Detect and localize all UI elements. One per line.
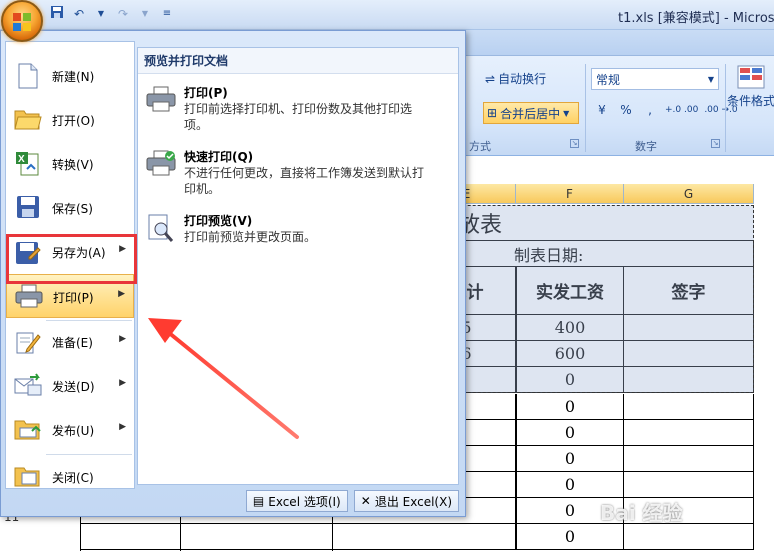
wrap-text-icon: ⇌	[485, 71, 496, 86]
cell-f[interactable]: 0	[516, 394, 624, 420]
customize-qat-icon[interactable]: ≡	[158, 5, 176, 23]
open-folder-icon	[14, 107, 42, 133]
redo-icon[interactable]: ↷	[114, 5, 132, 23]
number-buttons: ¥ % , +.0 .00 .00 →.0	[593, 103, 737, 117]
cell-f[interactable]: 600	[516, 341, 624, 367]
currency-icon[interactable]: ¥	[593, 103, 611, 117]
quick-access-toolbar: ↶ ▼ ↷ ▼ ≡	[48, 5, 176, 23]
menu-item-send[interactable]: 发送(D) ▶	[6, 364, 134, 408]
chevron-right-icon: ▶	[118, 289, 125, 299]
chevron-down-icon[interactable]: ▼	[92, 5, 110, 23]
cell-g[interactable]	[624, 446, 754, 472]
cell-f[interactable]: 400	[516, 315, 624, 341]
menu-bottom-bar: ▤ Excel 选项(I) ✕ 退出 Excel(X)	[245, 490, 459, 512]
cell-g[interactable]	[624, 524, 754, 550]
print-preview-icon	[146, 214, 176, 244]
group-separator	[585, 64, 586, 152]
alignment-group-label: 方式	[469, 140, 491, 153]
close-folder-icon	[14, 464, 42, 490]
save-icon[interactable]	[48, 5, 66, 23]
submenu-title: 预览并打印文档	[138, 48, 458, 74]
watermark: Bai 经验	[600, 501, 683, 525]
cell-g[interactable]	[624, 394, 754, 420]
ribbon-tab-strip	[465, 30, 774, 56]
cell-f[interactable]: 0	[516, 524, 624, 550]
menu-item-new[interactable]: 新建(N)	[6, 54, 134, 98]
submenu-item-print-preview[interactable]: 打印预览(V) 打印前预览并更改页面。	[146, 212, 456, 252]
sheet-title-cell[interactable]: 放表	[418, 205, 754, 241]
quick-print-icon	[146, 150, 176, 180]
chevron-down-icon: ▼	[563, 108, 570, 118]
cell-g[interactable]	[624, 367, 754, 393]
cell-g[interactable]	[624, 420, 754, 446]
header-cell-sign[interactable]: 签字	[624, 267, 754, 315]
send-icon	[14, 373, 42, 399]
header-cell-pay[interactable]: 实发工资	[516, 267, 624, 315]
date-label-cell[interactable]: 制表日期:	[418, 241, 754, 267]
column-header-g[interactable]: G	[624, 184, 754, 204]
cell-f[interactable]: 0	[516, 367, 624, 393]
prepare-icon	[14, 329, 42, 355]
exit-excel-button[interactable]: ✕ 退出 Excel(X)	[353, 490, 459, 512]
window-title: t1.xls [兼容模式] - Microso	[618, 11, 774, 26]
svg-text:X: X	[18, 154, 25, 165]
cell-e[interactable]	[418, 524, 516, 550]
chevron-down-icon[interactable]: ▼	[136, 5, 154, 23]
office-logo-icon	[13, 13, 31, 31]
conditional-format-button[interactable]: 条件格式	[727, 64, 774, 109]
close-icon: ✕	[360, 494, 371, 508]
printer-icon	[146, 86, 176, 116]
menu-item-close[interactable]: 关闭(C)	[6, 455, 134, 499]
office-button[interactable]	[1, 0, 43, 42]
print-submenu: 预览并打印文档 打印(P) 打印前选择打印机、打印份数及其他打印选项。 快速打印…	[137, 47, 459, 485]
printer-icon	[15, 284, 43, 310]
submenu-item-print[interactable]: 打印(P) 打印前选择打印机、打印份数及其他打印选项。	[146, 84, 456, 136]
publish-icon	[14, 417, 42, 443]
new-document-icon	[14, 63, 42, 89]
merge-cells-icon: ⊞	[487, 106, 498, 120]
cell-g[interactable]	[624, 315, 754, 341]
chevron-right-icon: ▶	[119, 378, 126, 388]
cell-f[interactable]: 0	[516, 420, 624, 446]
highlight-box	[6, 234, 137, 284]
title-bar: ↶ ▼ ↷ ▼ ≡ t1.xls [兼容模式] - Microso	[0, 0, 774, 42]
menu-item-convert[interactable]: X 转换(V)	[6, 142, 134, 186]
convert-icon: X	[14, 151, 42, 177]
menu-item-prepare[interactable]: 准备(E) ▶	[6, 320, 134, 364]
menu-item-publish[interactable]: 发布(U) ▶	[6, 408, 134, 452]
options-icon: ▤	[252, 494, 265, 508]
submenu-item-quick-print[interactable]: 快速打印(Q) 不进行任何更改，直接将工作簿发送到默认打印机。	[146, 148, 456, 200]
wrap-text-button[interactable]: ⇌ 自动换行	[485, 70, 546, 87]
group-separator	[725, 64, 726, 152]
number-group-label: 数字	[635, 140, 657, 153]
conditional-format-icon	[737, 65, 765, 89]
number-format-select[interactable]: 常规 ▼	[591, 68, 719, 90]
cell-f[interactable]: 0	[516, 446, 624, 472]
excel-options-button[interactable]: ▤ Excel 选项(I)	[245, 490, 348, 512]
dialog-launcher-icon[interactable]: ↘	[570, 139, 579, 148]
cell-g[interactable]	[624, 341, 754, 367]
increase-decimal-button[interactable]: +.0 .00	[665, 105, 698, 115]
percent-button[interactable]: %	[617, 103, 635, 117]
menu-item-save[interactable]: 保存(S)	[6, 186, 134, 230]
column-header-f[interactable]: F	[516, 184, 624, 204]
menu-item-open[interactable]: 打开(O)	[6, 98, 134, 142]
ribbon: ⇌ 自动换行 ⊞ 合并后居中 ▼ 方式 ↘ 常规 ▼ ¥ % , +.0 .00…	[465, 56, 774, 156]
cell-g[interactable]	[624, 472, 754, 498]
save-icon	[14, 195, 42, 221]
merge-center-button[interactable]: ⊞ 合并后居中 ▼	[483, 102, 579, 124]
comma-button[interactable]: ,	[641, 103, 659, 117]
cell-f[interactable]: 0	[516, 472, 624, 498]
dialog-launcher-icon[interactable]: ↘	[711, 139, 720, 148]
chevron-down-icon: ▼	[707, 74, 714, 84]
undo-icon[interactable]: ↶	[70, 5, 88, 23]
chevron-right-icon: ▶	[119, 334, 126, 344]
chevron-right-icon: ▶	[119, 422, 126, 432]
